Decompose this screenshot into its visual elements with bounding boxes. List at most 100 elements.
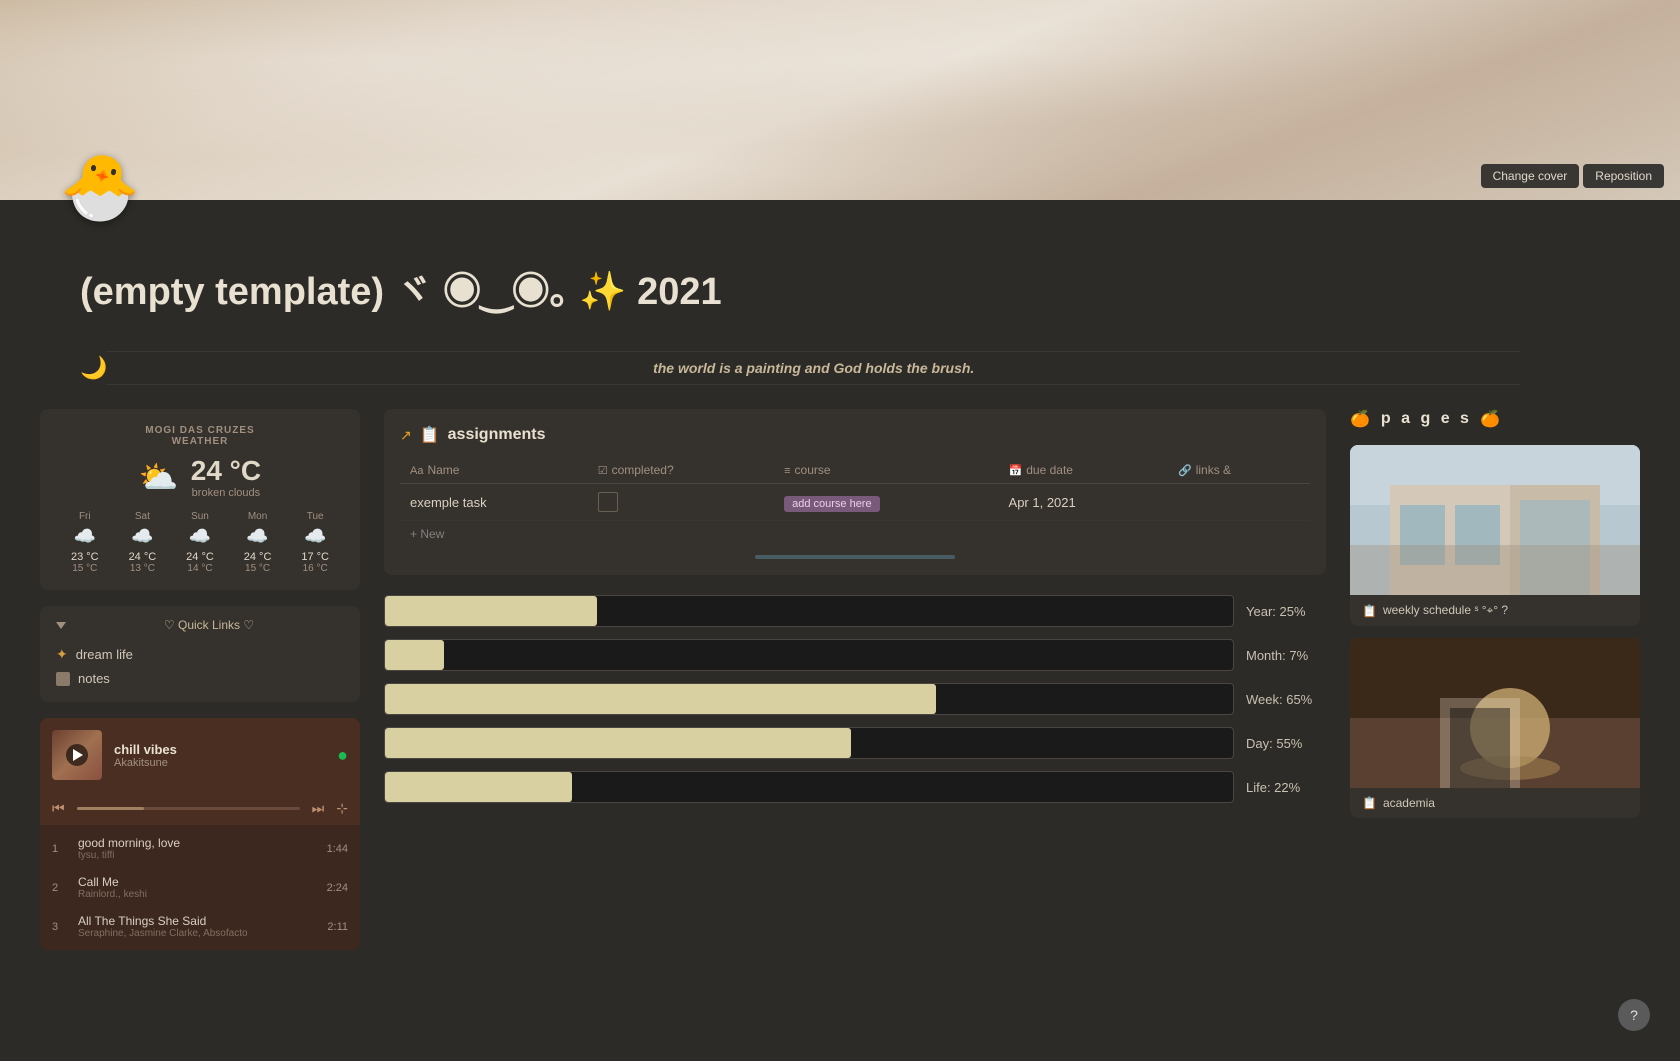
reposition-button[interactable]: Reposition: [1583, 164, 1664, 188]
page-title: (empty template) ヾ ◉‿◉｡ ✨ 2021: [80, 260, 1600, 315]
new-button[interactable]: + New: [400, 521, 1310, 547]
progress-label: Life: 22%: [1246, 780, 1326, 795]
col-completed: ☑completed?: [588, 457, 774, 484]
card-icon: 📋: [1362, 604, 1377, 618]
page-card-weekly-schedule[interactable]: 📋 weekly schedule ˢ °⌖° ?: [1350, 445, 1640, 626]
col-links: 🔗links &: [1168, 457, 1310, 484]
task-links: [1168, 484, 1310, 521]
quick-link-label: dream life: [76, 647, 133, 662]
share-button[interactable]: ⊹: [336, 800, 348, 817]
pages-icon-right: 🍊: [1480, 409, 1503, 429]
progress-track: [384, 727, 1234, 759]
spotify-icon: ●: [337, 745, 348, 766]
forecast-day-name: Sat: [114, 511, 172, 522]
progress-row: Week: 65%: [384, 683, 1326, 715]
cover-buttons: Change cover Reposition: [1481, 164, 1664, 188]
track-name: Call Me: [78, 875, 317, 889]
task-completed[interactable]: [588, 484, 774, 521]
page-content: 🐣 (empty template) ヾ ◉‿◉｡ ✨ 2021 🌙 the w…: [0, 200, 1680, 1061]
forecast-high: 24 °C: [114, 551, 172, 563]
play-button[interactable]: [66, 744, 88, 766]
col-due-date: 📅due date: [999, 457, 1168, 484]
col-name: AaName: [400, 457, 588, 484]
track-info: Call Me Rainlord., keshi: [78, 875, 317, 900]
music-artist: Akakitsune: [114, 757, 325, 769]
forecast-high: 23 °C: [56, 551, 114, 563]
page-card-image-cafe: [1350, 638, 1640, 788]
track-item[interactable]: 2 Call Me Rainlord., keshi 2:24: [40, 868, 360, 907]
forecast-day-name: Fri: [56, 511, 114, 522]
help-button[interactable]: ?: [1618, 999, 1650, 1031]
album-art: [52, 730, 102, 780]
track-list: 1 good morning, love tysu, tiffi 1:44 2 …: [40, 825, 360, 950]
section-arrow-icon[interactable]: ↗: [400, 427, 412, 444]
forecast-day-name: Sun: [171, 511, 229, 522]
music-info: chill vibes Akakitsune: [114, 742, 325, 769]
track-item[interactable]: 1 good morning, love tysu, tiffi 1:44: [40, 829, 360, 868]
track-name: All The Things She Said: [78, 914, 317, 928]
music-player: chill vibes Akakitsune ● ⏮ ⏭ ⊹ 1: [40, 718, 360, 950]
quote-text: the world is a painting and God holds th…: [107, 351, 1520, 385]
scrollbar: [755, 555, 955, 559]
main-layout: MOGI DAS CRUZES WEATHER ⛅ 24 °C broken c…: [0, 409, 1680, 990]
prev-button[interactable]: ⏮: [52, 800, 65, 817]
forecast-day: Sun ☁️ 24 °C 14 °C: [171, 511, 229, 574]
progress-track: [384, 771, 1234, 803]
forecast-high: 17 °C: [286, 551, 344, 563]
music-progress[interactable]: [77, 807, 300, 810]
left-column: MOGI DAS CRUZES WEATHER ⛅ 24 °C broken c…: [40, 409, 360, 950]
card-label-academia: 📋 academia: [1350, 788, 1640, 818]
change-cover-button[interactable]: Change cover: [1481, 164, 1580, 188]
track-artist: Seraphine, Jasmine Clarke, Absofacto: [78, 928, 317, 939]
track-item[interactable]: 3 All The Things She Said Seraphine, Jas…: [40, 907, 360, 946]
track-duration: 1:44: [327, 843, 348, 855]
music-title: chill vibes: [114, 742, 325, 757]
assignments-table: AaName ☑completed? ≡course 📅due date 🔗li…: [400, 457, 1310, 521]
cover-image: Change cover Reposition: [0, 0, 1680, 200]
progress-fill: [385, 640, 444, 670]
progress-track: [384, 595, 1234, 627]
forecast-icon: ☁️: [56, 526, 114, 547]
music-header: chill vibes Akakitsune ●: [40, 718, 360, 792]
progress-label: Month: 7%: [1246, 648, 1326, 663]
quick-link-label: notes: [78, 671, 110, 686]
track-number: 2: [52, 882, 68, 894]
pages-title: p a g e s: [1381, 410, 1472, 428]
forecast-high: 24 °C: [229, 551, 287, 563]
star-icon: ✦: [56, 646, 68, 663]
progress-row: Year: 25%: [384, 595, 1326, 627]
track-duration: 2:24: [327, 882, 348, 894]
quick-link-notes[interactable]: notes: [56, 667, 344, 690]
task-name: exemple task: [400, 484, 588, 521]
track-number: 3: [52, 921, 68, 933]
page-card-academia[interactable]: 📋 academia: [1350, 638, 1640, 818]
weather-forecast: Fri ☁️ 23 °C 15 °C Sat ☁️ 24 °C 13 °C Su…: [56, 511, 344, 574]
progress-label: Year: 25%: [1246, 604, 1326, 619]
storefront-svg: [1350, 445, 1640, 595]
forecast-icon: ☁️: [229, 526, 287, 547]
progress-track: [384, 639, 1234, 671]
quick-links: ♡ Quick Links ♡ ✦ dream life notes: [40, 606, 360, 702]
next-button[interactable]: ⏭: [312, 800, 325, 817]
track-duration: 2:11: [327, 921, 348, 933]
forecast-day: Tue ☁️ 17 °C 16 °C: [286, 511, 344, 574]
middle-column: ↗ 📋 assignments AaName ☑completed? ≡cour…: [384, 409, 1326, 950]
forecast-day-name: Tue: [286, 511, 344, 522]
forecast-icon: ☁️: [114, 526, 172, 547]
assignments-title: assignments: [448, 426, 546, 444]
weather-location: MOGI DAS CRUZES WEATHER: [56, 425, 344, 447]
completed-checkbox[interactable]: [598, 492, 618, 512]
forecast-high: 24 °C: [171, 551, 229, 563]
track-artist: tysu, tiffi: [78, 850, 317, 861]
track-name: good morning, love: [78, 836, 317, 850]
play-icon: [73, 749, 83, 761]
quick-links-header[interactable]: ♡ Quick Links ♡: [56, 618, 344, 632]
progress-label: Day: 55%: [1246, 736, 1326, 751]
progress-row: Month: 7%: [384, 639, 1326, 671]
quick-link-dream-life[interactable]: ✦ dream life: [56, 642, 344, 667]
page-icon: 🐣: [60, 150, 140, 225]
forecast-day: Mon ☁️ 24 °C 15 °C: [229, 511, 287, 574]
progress-section: Year: 25% Month: 7% Week: 65% Day: 55% L…: [384, 595, 1326, 803]
card-title: academia: [1383, 796, 1435, 810]
weather-temp: 24 °C: [191, 455, 261, 487]
